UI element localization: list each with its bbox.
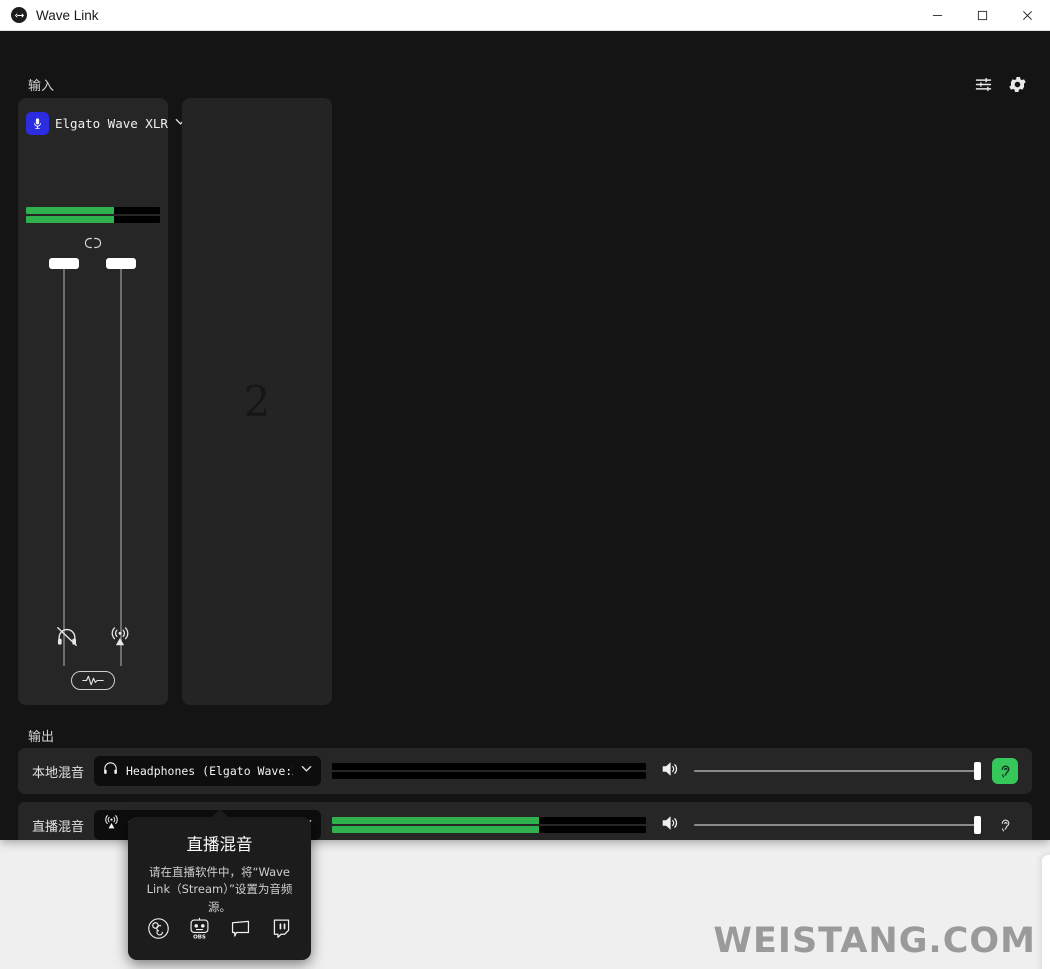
meter-bar-left: [26, 207, 160, 214]
broadcast-icon: [102, 813, 121, 837]
output-level-meter: [332, 817, 646, 833]
maximize-button[interactable]: [960, 0, 1005, 31]
meter-bar-right: [332, 826, 646, 833]
svg-text:OBS: OBS: [193, 934, 206, 940]
volume-slider[interactable]: [694, 814, 981, 836]
link-broken-icon[interactable]: [18, 236, 168, 250]
fader-knob[interactable]: [106, 258, 136, 269]
input-section-header: 输入: [28, 75, 54, 94]
meter-fill-right: [332, 826, 540, 833]
volume-slider-knob[interactable]: [974, 762, 981, 780]
tooltip-body-text: 请在直播软件中，将“Wave Link（Stream）”设置为音频源。: [146, 865, 293, 914]
output-row-label: 直播混音: [32, 819, 85, 835]
background-white-panel: [1042, 855, 1050, 969]
headphones-icon: [102, 760, 119, 782]
obs-studio-icon[interactable]: [147, 917, 170, 945]
elgato-wave-link-logo-icon: [11, 7, 27, 23]
channel-strip-container: Elgato Wave XLR 2: [18, 98, 332, 705]
output-row-local-mix: 本地混音 Headphones (Elgato Wave:XLR): [18, 748, 1032, 794]
waveform-icon-button[interactable]: [71, 671, 115, 690]
meter-fill-right: [26, 216, 115, 223]
fader-track: [120, 266, 122, 666]
output-device-name: Headphones (Elgato Wave:XLR): [126, 764, 293, 778]
title-bar: Wave Link: [0, 0, 1050, 31]
meter-bar-right: [332, 772, 646, 779]
output-row-label: 本地混音: [32, 765, 85, 781]
window-title: Wave Link: [36, 7, 99, 23]
meter-bar-right: [26, 216, 160, 223]
meter-bar-left: [332, 817, 646, 824]
ear-monitor-icon-button[interactable]: [992, 812, 1018, 838]
channel-strip-elgato-wave-xlr: Elgato Wave XLR: [18, 98, 186, 705]
streamlabs-obs-icon[interactable]: OBS: [188, 917, 211, 945]
output-device-selector[interactable]: Headphones (Elgato Wave:XLR): [94, 756, 321, 786]
watermark-text: WEISTANG.COM: [713, 921, 1036, 961]
device-name-label: Elgato Wave XLR: [55, 116, 168, 131]
meter-bar-left: [332, 763, 646, 770]
volume-slider-knob[interactable]: [974, 816, 981, 834]
app-body: 输入 Elgato Wave XLR 2 输出 本地混音 Headphones …: [0, 31, 1050, 840]
close-button[interactable]: [1005, 0, 1050, 31]
input-level-meter: [26, 207, 160, 223]
meter-fill-left: [26, 207, 115, 214]
volume-slider-track: [694, 769, 981, 773]
microphone-icon: [26, 112, 49, 135]
wave-link-window: Wave Link 输入 Elgato Wave XLR 2 输出 本地混音 H…: [0, 0, 1050, 840]
fader-knob[interactable]: [49, 258, 79, 269]
fader-stream-mix[interactable]: [106, 258, 136, 668]
volume-slider[interactable]: [694, 760, 981, 782]
mixer-sliders-icon[interactable]: [973, 74, 994, 95]
output-section-header: 输出: [28, 726, 54, 746]
channel-strip-empty-slot[interactable]: 2: [182, 98, 332, 705]
fader-track: [63, 266, 65, 666]
empty-slot-number: 2: [243, 377, 271, 426]
chevron-down-icon[interactable]: [300, 762, 313, 780]
volume-slider-track: [694, 823, 981, 827]
minimize-button[interactable]: [915, 0, 960, 31]
ear-monitor-icon-button[interactable]: [992, 758, 1018, 784]
window-controls: [915, 0, 1050, 31]
meter-fill-left: [332, 817, 540, 824]
speaker-volume-icon[interactable]: [660, 759, 680, 784]
output-section-label: 输出: [28, 730, 55, 745]
tooltip-arrow: [210, 809, 229, 818]
device-selector[interactable]: Elgato Wave XLR: [26, 112, 187, 135]
stream-mix-tooltip: 直播混音 请在直播软件中，将“Wave Link（Stream）”设置为音频源。…: [128, 809, 311, 960]
fader-local-mix[interactable]: [49, 258, 79, 668]
headphones-muted-icon[interactable]: [55, 625, 79, 654]
input-section-label: 输入: [28, 79, 55, 94]
tooltip-app-icons: OBS: [128, 917, 311, 945]
fader-group: [18, 258, 168, 668]
tooltip-title: 直播混音: [186, 835, 253, 854]
speaker-volume-icon[interactable]: [660, 813, 680, 838]
broadcast-icon[interactable]: [108, 625, 132, 654]
gear-icon[interactable]: [1007, 74, 1028, 95]
xsplit-icon[interactable]: [229, 917, 252, 945]
channel-mute-buttons: [18, 625, 168, 654]
output-level-meter: [332, 763, 646, 779]
twitch-icon[interactable]: [270, 917, 293, 945]
header-icon-group: [973, 74, 1028, 95]
